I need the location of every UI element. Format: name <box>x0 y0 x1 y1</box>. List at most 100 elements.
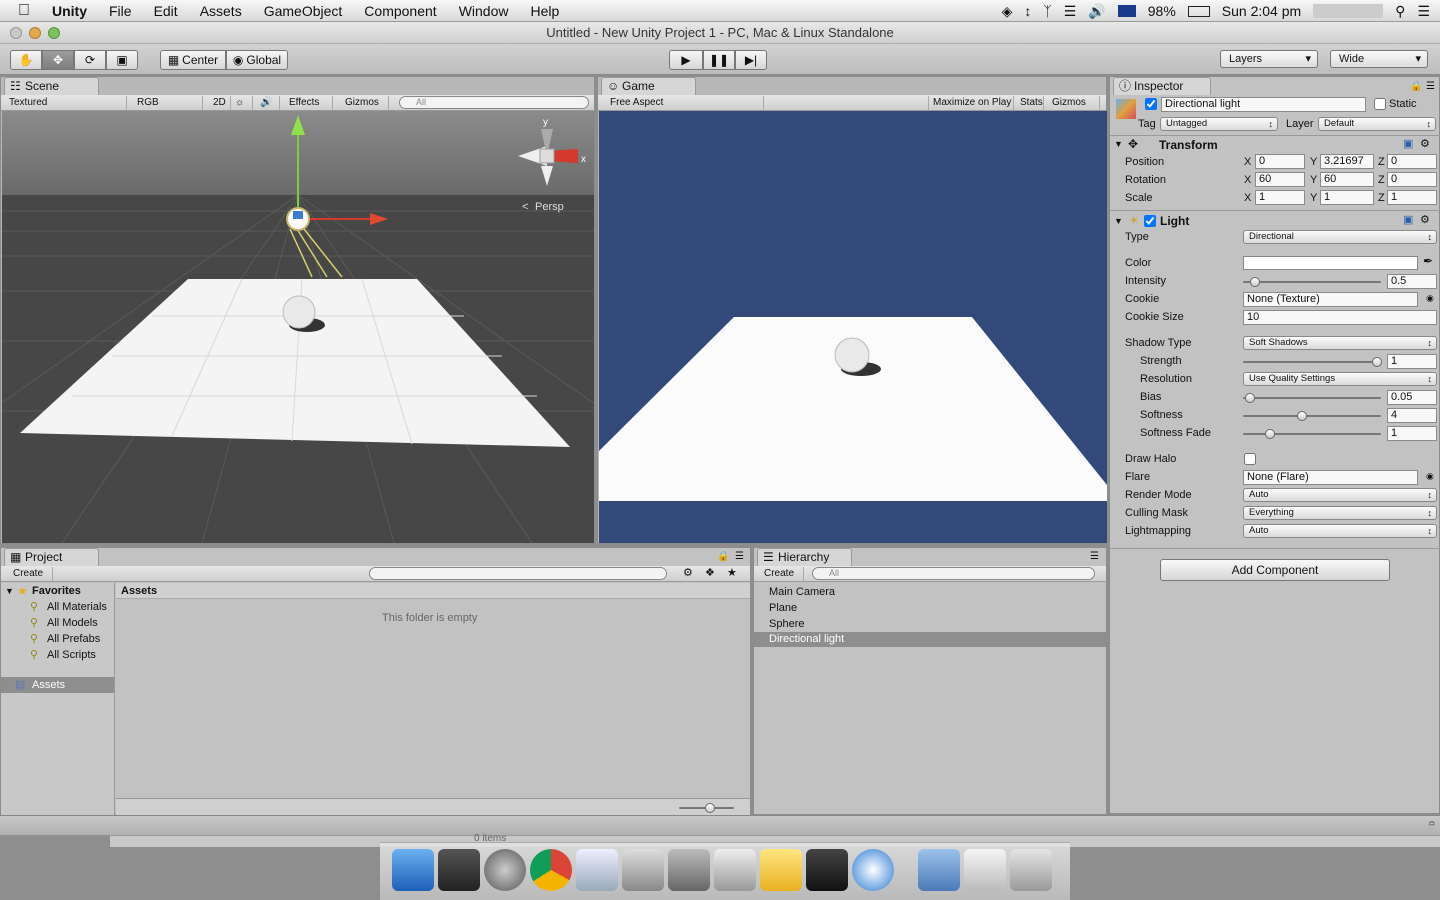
fav-all-prefabs[interactable]: All Prefabs <box>47 631 100 647</box>
culling-mask-dropdown[interactable]: Everything <box>1243 506 1437 520</box>
pause-button[interactable]: ❚❚ <box>703 50 735 70</box>
lightmapping-dropdown[interactable]: Auto <box>1243 524 1437 538</box>
maximize-on-play-toggle[interactable]: Maximize on Play <box>928 96 1014 110</box>
photo-booth-icon[interactable] <box>438 849 480 891</box>
rotation-z-input[interactable]: 0 <box>1387 172 1437 187</box>
layers-dropdown[interactable]: Layers <box>1220 50 1318 68</box>
bias-slider-knob[interactable] <box>1245 393 1255 403</box>
console-icon[interactable] <box>714 849 756 891</box>
tab-inspector[interactable]: ⓘ Inspector <box>1113 77 1211 95</box>
favorites-foldout-icon[interactable]: ▼ <box>5 586 14 596</box>
cookie-field[interactable]: None (Texture) <box>1243 292 1418 307</box>
bias-slider[interactable] <box>1243 393 1381 403</box>
favorite-star-icon[interactable]: ★ <box>727 566 737 579</box>
shadow-type-dropdown[interactable]: Soft Shadows <box>1243 336 1437 350</box>
wifi-icon[interactable]: ☰ <box>1064 3 1077 20</box>
hand-tool-button[interactable]: ✋ <box>10 50 42 70</box>
layout-dropdown[interactable]: Wide <box>1330 50 1428 68</box>
intensity-input[interactable]: 0.5 <box>1387 274 1437 289</box>
render-mode-dropdown[interactable]: Textured <box>5 96 127 110</box>
rotation-x-input[interactable]: 60 <box>1255 172 1305 187</box>
light-foldout-icon[interactable]: ▼ <box>1114 216 1123 226</box>
preview-icon[interactable] <box>576 849 618 891</box>
sync-icon[interactable]: ↕ <box>1024 3 1031 19</box>
clock[interactable]: Sun 2:04 pm <box>1222 3 1301 19</box>
position-y-input[interactable]: 3.21697 <box>1320 154 1374 169</box>
favorites-label[interactable]: Favorites <box>32 583 81 599</box>
menu-app-name[interactable]: Unity <box>41 0 98 22</box>
tab-game[interactable]: ☺ Game <box>601 77 696 95</box>
applications-folder-icon[interactable] <box>918 849 960 891</box>
intensity-slider-knob[interactable] <box>1250 277 1260 287</box>
resolution-dropdown[interactable]: Use Quality Settings <box>1243 372 1437 386</box>
filter-label-icon[interactable]: ❖ <box>705 566 715 579</box>
activity-monitor-icon[interactable] <box>622 849 664 891</box>
softness-fade-slider-knob[interactable] <box>1265 429 1275 439</box>
spotlight-icon[interactable]: ⚲ <box>1395 3 1405 20</box>
move-tool-button[interactable]: ✥ <box>42 50 74 70</box>
strength-input[interactable]: 1 <box>1387 354 1437 369</box>
chrome-icon[interactable] <box>530 849 572 891</box>
icon-size-slider-knob[interactable] <box>705 803 715 813</box>
softness-slider-knob[interactable] <box>1297 411 1307 421</box>
fav-all-materials[interactable]: All Materials <box>47 599 107 615</box>
scene-viewport[interactable]: y x < Persp <box>0 111 793 544</box>
game-gizmos-toggle[interactable]: Gizmos <box>1048 96 1100 110</box>
scale-y-input[interactable]: 1 <box>1320 190 1374 205</box>
scale-x-input[interactable]: 1 <box>1255 190 1305 205</box>
position-z-input[interactable]: 0 <box>1387 154 1437 169</box>
cookie-picker-icon[interactable]: ◉ <box>1426 293 1434 304</box>
light-color-swatch[interactable] <box>1243 256 1418 270</box>
launchpad-icon[interactable] <box>484 849 526 891</box>
scene-audio-icon[interactable]: 🔊 <box>256 96 280 110</box>
softness-input[interactable]: 4 <box>1387 408 1437 423</box>
unity-icon[interactable] <box>806 849 848 891</box>
project-lock-icon[interactable]: 🔒 <box>717 551 729 562</box>
project-create-dropdown[interactable]: Create <box>9 567 53 581</box>
assets-breadcrumb-label[interactable]: Assets <box>121 583 157 599</box>
game-viewport[interactable] <box>599 111 1107 543</box>
safari-icon[interactable] <box>852 849 894 891</box>
transform-settings-icon[interactable]: ⚙ <box>1420 137 1430 150</box>
menu-edit[interactable]: Edit <box>143 0 189 22</box>
hierarchy-item-directional-light[interactable]: Directional light <box>754 632 1106 647</box>
minimize-window-icon[interactable] <box>29 27 41 39</box>
menu-assets[interactable]: Assets <box>189 0 253 22</box>
hierarchy-item-main-camera[interactable]: Main Camera <box>769 584 835 600</box>
trash-icon[interactable] <box>1010 849 1052 891</box>
menu-component[interactable]: Component <box>353 0 447 22</box>
menu-help[interactable]: Help <box>519 0 570 22</box>
persp-label[interactable]: Persp <box>535 201 564 213</box>
intensity-slider[interactable] <box>1243 277 1381 287</box>
pivot-center-button[interactable]: ▦ Center <box>160 50 226 70</box>
battery-icon[interactable] <box>1187 5 1210 17</box>
project-menu-icon[interactable]: ☰ <box>735 551 744 562</box>
downloads-stack-icon[interactable] <box>964 849 1006 891</box>
tag-dropdown[interactable]: Untagged <box>1160 117 1278 131</box>
flare-picker-icon[interactable]: ◉ <box>1426 471 1434 482</box>
eyedropper-icon[interactable]: ✒ <box>1423 254 1433 268</box>
hierarchy-item-plane[interactable]: Plane <box>769 600 797 616</box>
notification-center-icon[interactable]: ☰ <box>1417 3 1430 20</box>
add-component-button[interactable]: Add Component <box>1160 559 1390 581</box>
layer-dropdown[interactable]: Default <box>1318 117 1436 131</box>
persp-label-icon[interactable]: < <box>522 201 528 213</box>
color-mode-dropdown[interactable]: RGB <box>133 96 203 110</box>
softness-fade-slider[interactable] <box>1243 429 1381 439</box>
volume-icon[interactable]: 🔊 <box>1088 3 1105 20</box>
softness-fade-input[interactable]: 1 <box>1387 426 1437 441</box>
flare-field[interactable]: None (Flare) <box>1243 470 1418 485</box>
light-enabled-checkbox[interactable] <box>1144 215 1156 227</box>
inspector-lock-icon[interactable]: 🔒 <box>1410 81 1422 92</box>
light-type-dropdown[interactable]: Directional <box>1243 230 1437 244</box>
tab-hierarchy[interactable]: ☰ Hierarchy <box>757 548 852 566</box>
toggle-2d-button[interactable]: 2D <box>209 96 231 110</box>
menu-window[interactable]: Window <box>448 0 520 22</box>
play-button[interactable]: ▶ <box>669 50 703 70</box>
user-name-blurred[interactable] <box>1313 4 1384 18</box>
filter-type-icon[interactable]: ⚙ <box>683 566 693 579</box>
transform-help-icon[interactable]: ▣ <box>1403 137 1413 150</box>
zoom-window-icon[interactable] <box>48 27 60 39</box>
apple-icon[interactable]:  <box>0 0 41 22</box>
scale-z-input[interactable]: 1 <box>1387 190 1437 205</box>
